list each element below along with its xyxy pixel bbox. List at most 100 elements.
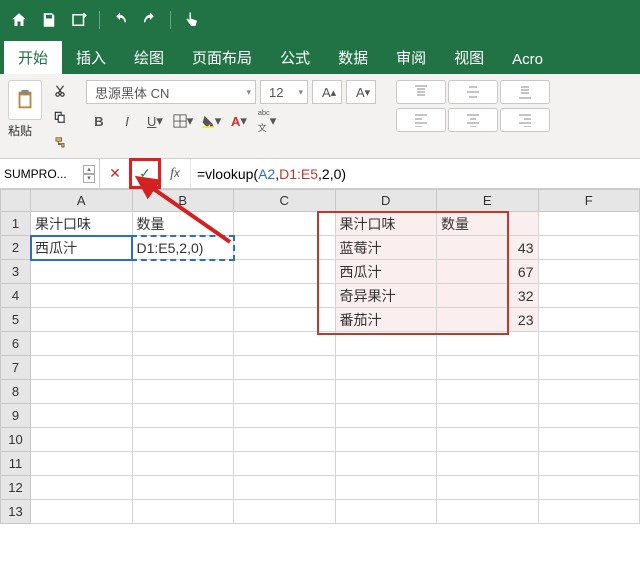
cell[interactable]	[132, 380, 234, 404]
cell[interactable]	[335, 356, 437, 380]
cell[interactable]	[437, 452, 539, 476]
decrease-font-button[interactable]: A▾	[346, 80, 376, 104]
col-header[interactable]: D	[335, 190, 437, 212]
phonetic-button[interactable]: abc文▾	[254, 108, 280, 134]
cell[interactable]	[31, 356, 133, 380]
cell[interactable]	[234, 452, 336, 476]
font-name-combo[interactable]: 思源黑体 CN▾	[86, 80, 256, 104]
col-header[interactable]: E	[437, 190, 539, 212]
row-header[interactable]: 10	[1, 428, 31, 452]
cell[interactable]	[234, 260, 336, 284]
home-icon[interactable]	[6, 7, 32, 33]
align-center-button[interactable]	[448, 108, 498, 132]
cell[interactable]	[234, 476, 336, 500]
cell[interactable]	[132, 308, 234, 332]
cell[interactable]	[132, 356, 234, 380]
fill-color-button[interactable]: ▾	[198, 108, 224, 134]
cell[interactable]	[31, 260, 133, 284]
copy-icon[interactable]	[48, 106, 72, 128]
cell[interactable]: 数量	[132, 212, 234, 236]
cell[interactable]	[234, 308, 336, 332]
cell[interactable]	[234, 236, 336, 260]
bold-button[interactable]: B	[86, 108, 112, 134]
cell-editing[interactable]: D1:E5,2,0)	[132, 236, 234, 260]
col-header[interactable]: C	[234, 190, 336, 212]
cell[interactable]	[132, 452, 234, 476]
cell[interactable]	[31, 284, 133, 308]
cell[interactable]	[31, 308, 133, 332]
align-right-button[interactable]	[500, 108, 550, 132]
row-header[interactable]: 11	[1, 452, 31, 476]
cell[interactable]: 32	[437, 284, 539, 308]
cell[interactable]	[335, 428, 437, 452]
row-header[interactable]: 12	[1, 476, 31, 500]
cell[interactable]	[538, 500, 640, 524]
row-header[interactable]: 4	[1, 284, 31, 308]
cell[interactable]	[234, 404, 336, 428]
cell[interactable]	[437, 404, 539, 428]
cell[interactable]: 西瓜汁	[31, 236, 133, 260]
row-header[interactable]: 2	[1, 236, 31, 260]
tab-review[interactable]: 审阅	[382, 41, 440, 74]
tab-home[interactable]: 开始	[4, 41, 62, 74]
cell[interactable]	[538, 284, 640, 308]
tab-layout[interactable]: 页面布局	[178, 41, 266, 74]
cell[interactable]: 数量	[437, 212, 539, 236]
cell[interactable]	[538, 212, 640, 236]
cell[interactable]: 西瓜汁	[335, 260, 437, 284]
row-header[interactable]: 1	[1, 212, 31, 236]
cell[interactable]	[437, 332, 539, 356]
tab-acrobat[interactable]: Acro	[498, 45, 557, 74]
row-header[interactable]: 7	[1, 356, 31, 380]
font-color-button[interactable]: A▾	[226, 108, 252, 134]
cell[interactable]	[335, 500, 437, 524]
cell[interactable]: 果汁口味	[31, 212, 133, 236]
tab-formulas[interactable]: 公式	[266, 41, 324, 74]
cell[interactable]	[31, 476, 133, 500]
cell[interactable]	[335, 380, 437, 404]
tab-data[interactable]: 数据	[324, 41, 382, 74]
cell[interactable]	[437, 380, 539, 404]
align-left-button[interactable]	[396, 108, 446, 132]
cell[interactable]	[538, 308, 640, 332]
cell[interactable]	[132, 500, 234, 524]
name-box[interactable]: ▴▾	[0, 159, 100, 188]
cell[interactable]	[538, 404, 640, 428]
tab-draw[interactable]: 绘图	[120, 41, 178, 74]
cell[interactable]	[234, 332, 336, 356]
align-middle-button[interactable]	[448, 80, 498, 104]
col-header[interactable]: A	[31, 190, 133, 212]
cell[interactable]	[31, 452, 133, 476]
format-painter-icon[interactable]	[48, 132, 72, 154]
increase-font-button[interactable]: A▴	[312, 80, 342, 104]
col-header[interactable]: F	[538, 190, 640, 212]
cell[interactable]: 43	[437, 236, 539, 260]
cell[interactable]	[31, 380, 133, 404]
cell[interactable]	[132, 332, 234, 356]
row-header[interactable]: 3	[1, 260, 31, 284]
name-box-stepper[interactable]: ▴▾	[83, 165, 95, 183]
cell[interactable]	[31, 332, 133, 356]
cell[interactable]	[234, 500, 336, 524]
cell[interactable]	[132, 284, 234, 308]
cell[interactable]: 果汁口味	[335, 212, 437, 236]
paste-button[interactable]	[8, 80, 42, 120]
font-size-combo[interactable]: 12▾	[260, 80, 308, 104]
cell[interactable]	[437, 476, 539, 500]
cell[interactable]: 奇异果汁	[335, 284, 437, 308]
cell[interactable]	[234, 356, 336, 380]
tab-insert[interactable]: 插入	[62, 41, 120, 74]
col-header[interactable]: B	[132, 190, 234, 212]
cell[interactable]: 23	[437, 308, 539, 332]
row-header[interactable]: 6	[1, 332, 31, 356]
underline-button[interactable]: U▾	[142, 108, 168, 134]
formula-input[interactable]: =vlookup(A2,D1:E5,2,0)	[190, 159, 640, 188]
cut-icon[interactable]	[48, 80, 72, 102]
italic-button[interactable]: I	[114, 108, 140, 134]
align-bottom-button[interactable]	[500, 80, 550, 104]
align-top-button[interactable]	[396, 80, 446, 104]
cell[interactable]	[437, 428, 539, 452]
cell[interactable]	[234, 380, 336, 404]
cell[interactable]	[538, 356, 640, 380]
touch-mode-icon[interactable]	[178, 7, 204, 33]
